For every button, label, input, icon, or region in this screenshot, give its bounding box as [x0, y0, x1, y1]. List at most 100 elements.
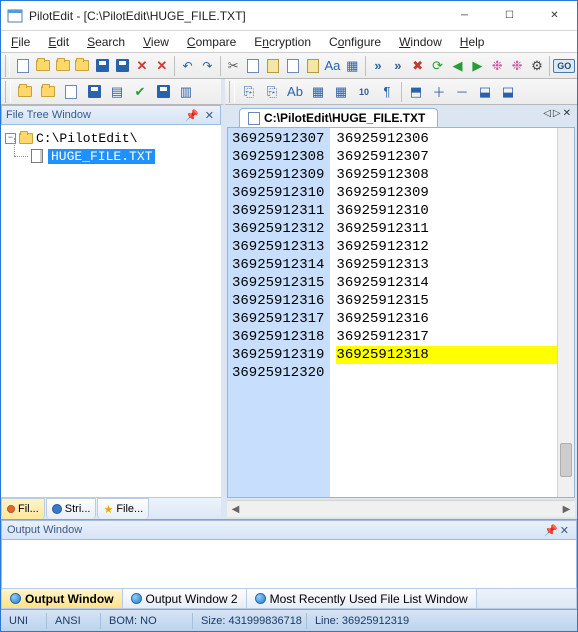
toolbar-grip[interactable]: [5, 81, 11, 103]
output-tab-2[interactable]: Output Window 2: [123, 589, 247, 608]
document-tab-label: C:\PilotEdit\HUGE_FILE.TXT: [264, 111, 425, 125]
ed-tool6[interactable]: 10: [353, 81, 375, 103]
case-button[interactable]: Aa: [323, 55, 342, 77]
tab-prev-icon[interactable]: ◁: [543, 108, 551, 119]
pin-icon[interactable]: 📌: [185, 109, 199, 122]
close-all-button[interactable]: ✕: [152, 55, 171, 77]
save-button[interactable]: [93, 55, 112, 77]
scrollbar-thumb[interactable]: [560, 443, 572, 477]
tab-next-icon[interactable]: ▷: [553, 108, 561, 119]
editor-body[interactable]: 36925912307 36925912308 36925912309 3692…: [227, 127, 575, 498]
titlebar: PilotEdit - [C:\PilotEdit\HUGE_FILE.TXT]…: [1, 1, 577, 31]
tree-tool3[interactable]: [60, 81, 82, 103]
ed-tool2[interactable]: ⎘: [261, 81, 283, 103]
sidebar-tab-file[interactable]: Fil...: [1, 498, 45, 519]
redo-button[interactable]: ↷: [198, 55, 217, 77]
status-size: Size: 431999836718: [197, 613, 307, 629]
open2-button[interactable]: [53, 55, 72, 77]
toolbar-grip[interactable]: [229, 81, 235, 103]
refresh-button[interactable]: ⟳: [428, 55, 447, 77]
tree-tool4[interactable]: [83, 81, 105, 103]
vertical-scrollbar[interactable]: [557, 128, 574, 497]
sidebar-tab-fav[interactable]: ★File...: [97, 498, 149, 519]
output-tab-mru[interactable]: Most Recently Used File List Window: [247, 589, 477, 608]
output-tab-label: Most Recently Used File List Window: [270, 592, 468, 606]
ed-tool7[interactable]: ¶: [376, 81, 398, 103]
copy-append-button[interactable]: [283, 55, 302, 77]
text-content[interactable]: 36925912306 36925912307 36925912308 3692…: [330, 128, 557, 497]
menu-encryption[interactable]: Encryption: [250, 33, 315, 51]
toolbar-grip[interactable]: [5, 55, 10, 77]
file-icon: [248, 112, 260, 125]
tree-tool2[interactable]: [37, 81, 59, 103]
paste-button[interactable]: [263, 55, 282, 77]
misc1-button[interactable]: ❉: [488, 55, 507, 77]
ed-tool1[interactable]: ⎘: [238, 81, 260, 103]
main-toolbar: ✕ ✕ ↶ ↷ ✂ Aa ▦ » » ✖ ⟳ ◀ ▶ ❉ ❉ ⚙ GO: [1, 53, 577, 79]
output-body[interactable]: [1, 540, 577, 588]
tree-tool6[interactable]: ✔: [129, 81, 151, 103]
tree-tool1[interactable]: [14, 81, 36, 103]
tree-tool8[interactable]: ▥: [175, 81, 197, 103]
menu-window[interactable]: Window: [395, 33, 446, 51]
ed-tool8[interactable]: ⬒: [405, 81, 427, 103]
menu-compare[interactable]: Compare: [183, 33, 240, 51]
output-tab-label: Output Window: [25, 592, 114, 606]
panel-close-icon[interactable]: ✕: [203, 109, 216, 122]
ed-tool12[interactable]: ⬓: [497, 81, 519, 103]
ed-collapse[interactable]: －: [451, 81, 473, 103]
tab-close-icon[interactable]: ✕: [563, 108, 571, 119]
editor-toolbar: ⎘ ⎘ Ab ▦ ▦ 10 ¶ ⬒ ＋ － ⬓ ⬓: [225, 79, 577, 105]
menu-search[interactable]: Search: [83, 33, 129, 51]
go-button[interactable]: GO: [553, 55, 575, 77]
menu-configure[interactable]: Configure: [325, 33, 385, 51]
ed-tool11[interactable]: ⬓: [474, 81, 496, 103]
misc2-button[interactable]: ❉: [508, 55, 527, 77]
file-tree[interactable]: − C:\PilotEdit\ HUGE_FILE.TXT: [1, 125, 221, 497]
minimize-button[interactable]: ─: [442, 1, 487, 30]
tool1-button[interactable]: ▦: [343, 55, 362, 77]
run2-button[interactable]: »: [388, 55, 407, 77]
ed-expand[interactable]: ＋: [428, 81, 450, 103]
nav-fwd-button[interactable]: ▶: [468, 55, 487, 77]
panel-close-icon[interactable]: ✕: [558, 524, 571, 537]
settings-button[interactable]: ⚙: [527, 55, 546, 77]
menu-help[interactable]: Help: [456, 33, 489, 51]
ed-tool4[interactable]: ▦: [307, 81, 329, 103]
menu-file[interactable]: File: [7, 33, 34, 51]
open3-button[interactable]: [73, 55, 92, 77]
open-button[interactable]: [33, 55, 52, 77]
tree-tool5[interactable]: ▤: [106, 81, 128, 103]
close-file-button[interactable]: ✕: [133, 55, 152, 77]
new-file-button[interactable]: [13, 55, 32, 77]
toolbar-separator: [401, 82, 402, 102]
pin-icon[interactable]: 📌: [544, 524, 558, 537]
horizontal-scrollbar[interactable]: ◀ ▶: [227, 500, 575, 517]
toolbar-separator: [365, 56, 366, 76]
menu-edit[interactable]: Edit: [44, 33, 73, 51]
save-all-button[interactable]: [113, 55, 132, 77]
run-button[interactable]: »: [369, 55, 388, 77]
cut-button[interactable]: ✂: [224, 55, 243, 77]
output-tab-1[interactable]: Output Window: [2, 589, 123, 608]
tree-root-row[interactable]: − C:\PilotEdit\: [3, 129, 219, 147]
ed-tool5[interactable]: ▦: [330, 81, 352, 103]
close-button[interactable]: ✕: [532, 1, 577, 30]
scroll-left-icon[interactable]: ◀: [227, 504, 244, 515]
copy-button[interactable]: [244, 55, 263, 77]
nav-back-button[interactable]: ◀: [448, 55, 467, 77]
undo-button[interactable]: ↶: [178, 55, 197, 77]
stop-button[interactable]: ✖: [408, 55, 427, 77]
status-enc2: ANSI: [51, 613, 101, 629]
paste-append-button[interactable]: [303, 55, 322, 77]
maximize-button[interactable]: ☐: [487, 1, 532, 30]
sidebar-tab-string[interactable]: Stri...: [46, 498, 97, 519]
scroll-right-icon[interactable]: ▶: [558, 504, 575, 515]
ed-tool3[interactable]: Ab: [284, 81, 306, 103]
document-tabs: C:\PilotEdit\HUGE_FILE.TXT ◁ ▷ ✕: [225, 105, 577, 127]
tree-tool7[interactable]: [152, 81, 174, 103]
document-tab[interactable]: C:\PilotEdit\HUGE_FILE.TXT: [239, 108, 438, 127]
tree-file-row[interactable]: HUGE_FILE.TXT: [3, 147, 219, 165]
menu-view[interactable]: View: [139, 33, 173, 51]
status-line: Line: 36925912319: [311, 613, 573, 629]
